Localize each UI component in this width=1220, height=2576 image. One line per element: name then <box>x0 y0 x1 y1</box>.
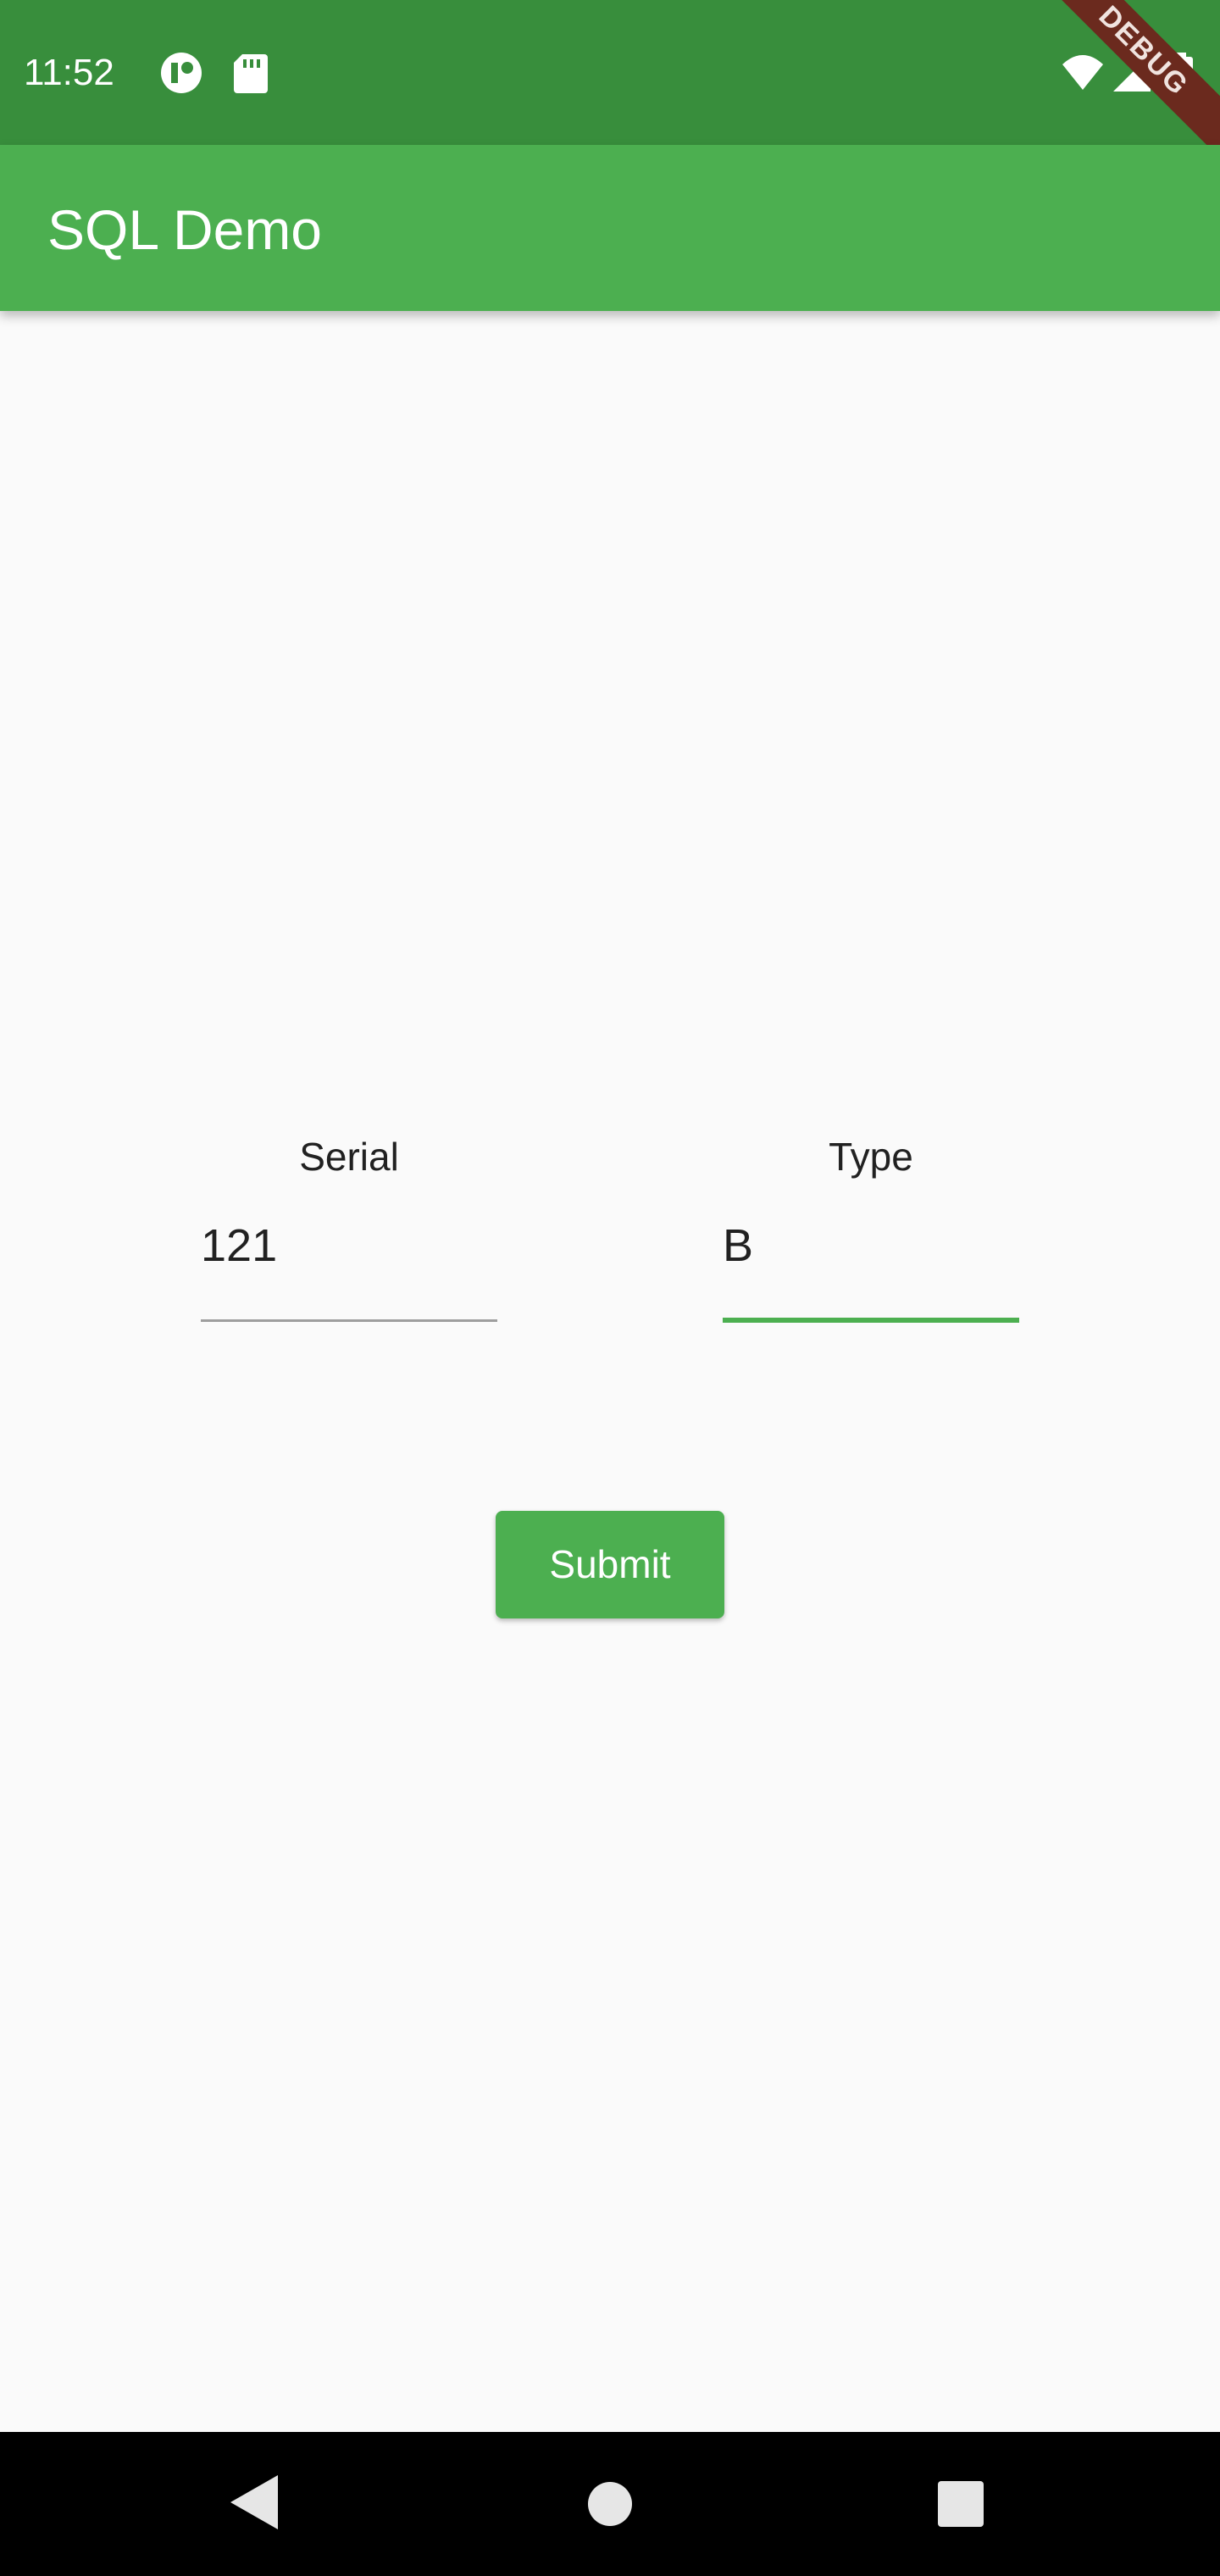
type-field-group: Type <box>723 1131 1019 1326</box>
type-input[interactable] <box>723 1212 1019 1280</box>
privacy-indicator-icon <box>161 53 202 93</box>
status-bar: 11:52 DEBUG <box>0 0 1220 163</box>
serial-underline <box>201 1319 497 1322</box>
app-bar: SQL Demo <box>0 145 1220 311</box>
type-label: Type <box>829 1135 913 1179</box>
back-icon[interactable] <box>230 2475 278 2529</box>
wifi-icon <box>1062 55 1103 90</box>
sd-card-icon <box>234 54 268 93</box>
serial-input[interactable] <box>201 1212 497 1280</box>
serial-label: Serial <box>299 1135 399 1179</box>
serial-field-group: Serial <box>201 1131 497 1326</box>
app-title: SQL Demo <box>47 198 323 261</box>
status-time: 11:52 <box>24 52 114 93</box>
navigation-bar <box>0 2432 1220 2576</box>
recents-icon[interactable] <box>938 2481 984 2527</box>
submit-button[interactable]: Submit <box>496 1511 724 1618</box>
home-icon[interactable] <box>588 2482 632 2526</box>
type-underline-focused <box>723 1318 1019 1323</box>
